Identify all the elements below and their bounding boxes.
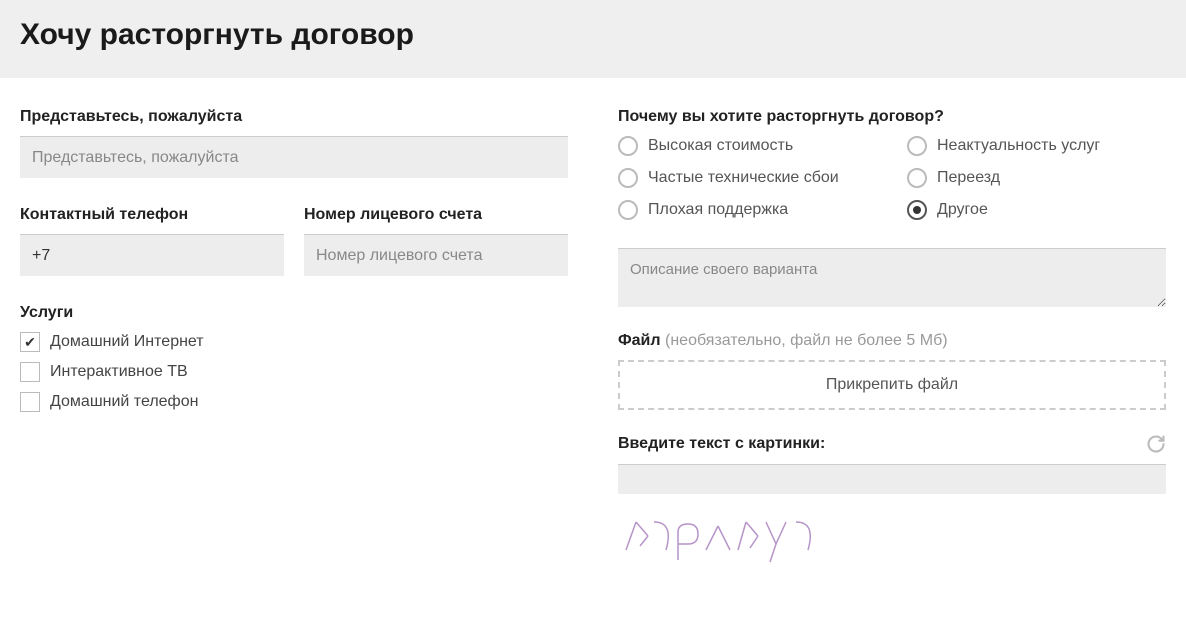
left-column: Представьтесь, пожалуйста Контактный тел… bbox=[20, 108, 568, 569]
service-label: Интерактивное ТВ bbox=[50, 363, 188, 381]
checkbox-icon[interactable] bbox=[20, 332, 40, 352]
service-item[interactable]: Интерактивное ТВ bbox=[20, 362, 568, 382]
reason-option[interactable]: Частые технические сбои bbox=[618, 168, 877, 188]
radio-icon[interactable] bbox=[618, 200, 638, 220]
reason-text: Другое bbox=[937, 201, 988, 219]
reason-text: Плохая поддержка bbox=[648, 201, 788, 219]
file-hint: (необязательно, файл не более 5 Мб) bbox=[661, 332, 948, 349]
reason-option[interactable]: Другое bbox=[907, 200, 1166, 220]
captcha-block: Введите текст с картинки: bbox=[618, 434, 1166, 569]
refresh-icon[interactable] bbox=[1146, 434, 1166, 454]
reason-text: Переезд bbox=[937, 169, 1000, 187]
captcha-image bbox=[618, 508, 838, 564]
right-column: Почему вы хотите расторгнуть договор? Вы… bbox=[618, 108, 1166, 569]
service-label: Домашний Интернет bbox=[50, 333, 204, 351]
page-title: Хочу расторгнуть договор bbox=[20, 18, 1166, 52]
account-label: Номер лицевого счета bbox=[304, 206, 568, 224]
file-label-line: Файл (необязательно, файл не более 5 Мб) bbox=[618, 332, 1166, 350]
file-block: Файл (необязательно, файл не более 5 Мб)… bbox=[618, 332, 1166, 410]
reason-option[interactable]: Неактуальность услуг bbox=[907, 136, 1166, 156]
reason-option[interactable]: Высокая стоимость bbox=[618, 136, 877, 156]
radio-icon[interactable] bbox=[907, 168, 927, 188]
services-group: Услуги Домашний Интернет Интерактивное Т… bbox=[20, 304, 568, 412]
attach-file-button[interactable]: Прикрепить файл bbox=[618, 360, 1166, 410]
reason-label: Почему вы хотите расторгнуть договор? bbox=[618, 108, 1166, 126]
page-header: Хочу расторгнуть договор bbox=[0, 0, 1186, 78]
account-input[interactable] bbox=[304, 234, 568, 276]
radio-icon[interactable] bbox=[618, 136, 638, 156]
reason-text: Высокая стоимость bbox=[648, 137, 793, 155]
checkbox-icon[interactable] bbox=[20, 362, 40, 382]
reason-option[interactable]: Плохая поддержка bbox=[618, 200, 877, 220]
name-input[interactable] bbox=[20, 136, 568, 178]
name-label: Представьтесь, пожалуйста bbox=[20, 108, 568, 126]
radio-icon[interactable] bbox=[907, 200, 927, 220]
service-label: Домашний телефон bbox=[50, 393, 198, 411]
reason-text: Неактуальность услуг bbox=[937, 137, 1100, 155]
captcha-label: Введите текст с картинки: bbox=[618, 435, 825, 453]
file-label: Файл bbox=[618, 332, 661, 349]
attach-file-label: Прикрепить файл bbox=[826, 376, 958, 393]
description-textarea[interactable] bbox=[618, 248, 1166, 307]
reason-text: Частые технические сбои bbox=[648, 169, 839, 187]
checkbox-icon[interactable] bbox=[20, 392, 40, 412]
reasons-grid: Высокая стоимость Неактуальность услуг Ч… bbox=[618, 136, 1166, 220]
radio-icon[interactable] bbox=[907, 136, 927, 156]
service-item[interactable]: Домашний телефон bbox=[20, 392, 568, 412]
services-label: Услуги bbox=[20, 304, 568, 322]
phone-label: Контактный телефон bbox=[20, 206, 284, 224]
phone-input[interactable] bbox=[20, 234, 284, 276]
form: Представьтесь, пожалуйста Контактный тел… bbox=[0, 78, 1186, 589]
captcha-input[interactable] bbox=[618, 464, 1166, 494]
radio-icon[interactable] bbox=[618, 168, 638, 188]
reason-option[interactable]: Переезд bbox=[907, 168, 1166, 188]
service-item[interactable]: Домашний Интернет bbox=[20, 332, 568, 352]
